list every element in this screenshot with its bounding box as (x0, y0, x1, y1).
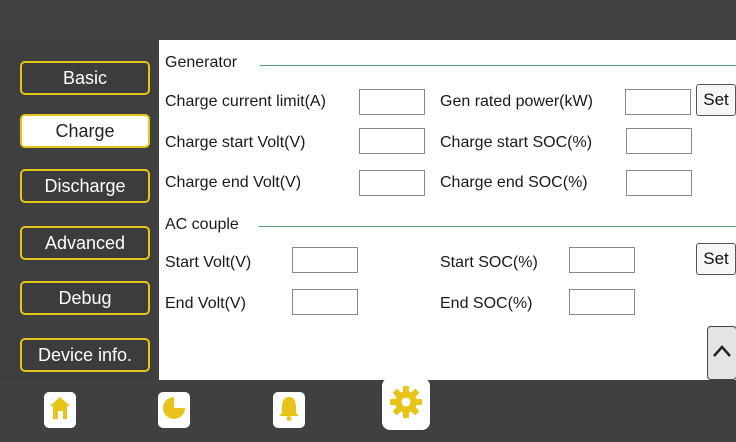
charge-current-limit-label: Charge current limit(A) (165, 93, 326, 110)
tab-statistics[interactable] (158, 392, 190, 428)
start-soc-field[interactable] (569, 247, 635, 273)
end-soc-label: End SOC(%) (440, 295, 533, 312)
ac-couple-section-title: AC couple (165, 216, 239, 233)
gen-rated-power-field[interactable] (625, 89, 691, 115)
end-soc-field[interactable] (569, 289, 635, 315)
sidebar-item-advanced[interactable]: Advanced (20, 226, 150, 260)
sidebar-item-device-info[interactable]: Device info. (20, 338, 150, 372)
generator-section-divider (260, 65, 736, 66)
sidebar-item-label: Advanced (44, 232, 126, 253)
start-volt-label: Start Volt(V) (165, 254, 252, 271)
top-bar (0, 0, 736, 40)
sidebar-item-label: Debug (58, 287, 112, 308)
tab-settings[interactable] (382, 378, 430, 430)
generator-section-title: Generator (165, 54, 238, 71)
settings-panel: Generator Charge current limit(A) Gen ra… (159, 40, 736, 380)
set-button-label: Set (703, 90, 729, 109)
charge-end-soc-label: Charge end SOC(%) (440, 174, 588, 191)
sidebar-item-label: Device info. (37, 344, 133, 365)
gear-icon (389, 385, 423, 424)
tab-alarms[interactable] (273, 392, 305, 428)
end-volt-field[interactable] (292, 289, 358, 315)
end-volt-label: End Volt(V) (165, 295, 246, 312)
sidebar-item-basic[interactable]: Basic (20, 61, 150, 95)
ac-couple-section-divider (259, 226, 736, 227)
charge-end-volt-field[interactable] (359, 170, 425, 196)
sidebar-item-discharge[interactable]: Discharge (20, 169, 150, 203)
sidebar-item-label: Charge (55, 120, 115, 141)
pie-chart-icon (161, 395, 187, 426)
sidebar-item-debug[interactable]: Debug (20, 281, 150, 315)
charge-end-soc-field[interactable] (626, 170, 692, 196)
chevron-up-icon (712, 344, 732, 363)
settings-screen: Basic Charge Discharge Advanced Debug De… (0, 0, 736, 442)
generator-set-button[interactable]: Set (696, 84, 736, 116)
bottom-nav (0, 378, 736, 442)
tab-home[interactable] (44, 392, 76, 428)
charge-start-soc-field[interactable] (626, 128, 692, 154)
set-button-label: Set (703, 249, 729, 268)
gen-rated-power-label: Gen rated power(kW) (440, 93, 593, 110)
charge-end-volt-label: Charge end Volt(V) (165, 174, 302, 191)
sidebar-item-charge[interactable]: Charge (20, 114, 150, 148)
start-soc-label: Start SOC(%) (440, 254, 538, 271)
bell-icon (276, 394, 302, 427)
home-icon (48, 395, 72, 426)
sidebar: Basic Charge Discharge Advanced Debug De… (0, 40, 158, 380)
charge-current-limit-field[interactable] (359, 89, 425, 115)
charge-start-volt-field[interactable] (359, 128, 425, 154)
sidebar-item-label: Discharge (44, 175, 126, 196)
start-volt-field[interactable] (292, 247, 358, 273)
charge-start-volt-label: Charge start Volt(V) (165, 134, 306, 151)
ac-couple-set-button[interactable]: Set (696, 243, 736, 275)
charge-start-soc-label: Charge start SOC(%) (440, 134, 593, 151)
scroll-up-button[interactable] (707, 326, 736, 380)
sidebar-item-label: Basic (62, 67, 107, 88)
